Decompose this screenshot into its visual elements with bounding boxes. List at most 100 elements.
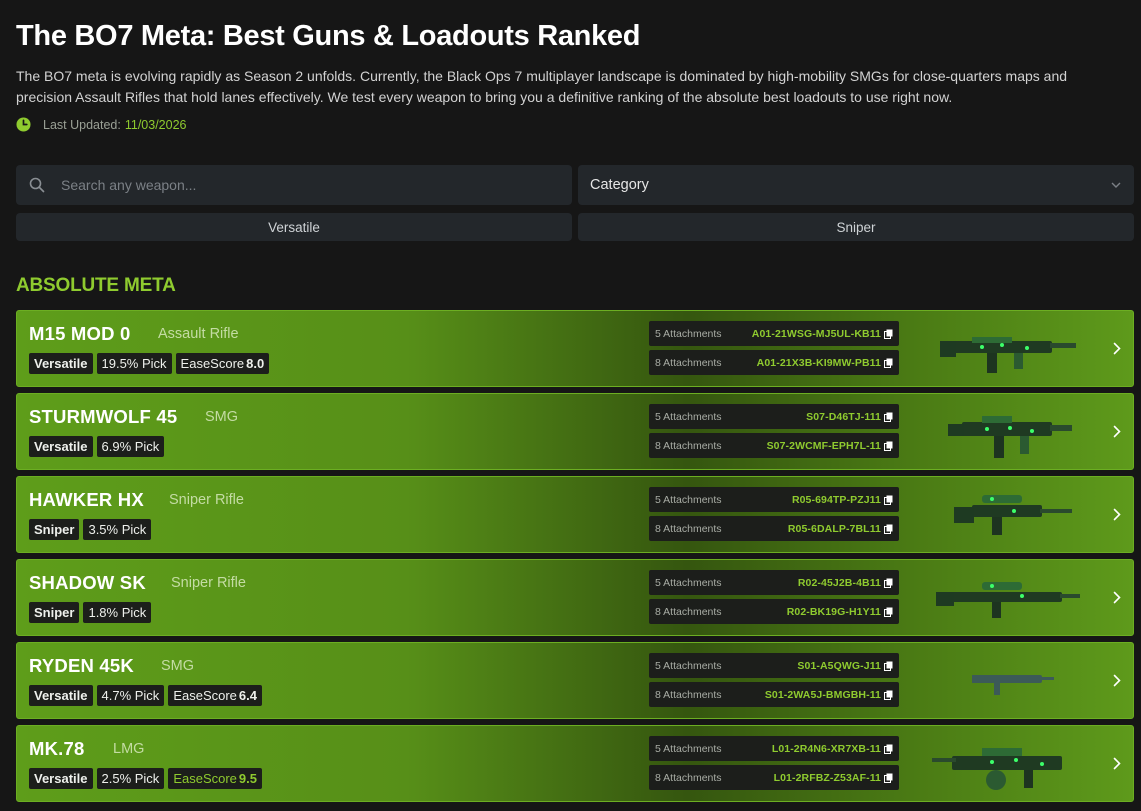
last-updated: Last Updated: 11/03/2026 <box>16 117 186 132</box>
attachment-count: 8 Attachments <box>655 522 722 535</box>
copy-icon[interactable] <box>884 773 893 783</box>
ease-score-label: EaseScore <box>173 688 237 703</box>
filter-sniper[interactable]: Sniper <box>578 213 1134 241</box>
loadout-code-row[interactable]: 5 Attachments R02-45J2B-4B11 <box>649 570 899 595</box>
copy-icon[interactable] <box>884 495 893 505</box>
attachment-count: 8 Attachments <box>655 356 722 369</box>
search-icon <box>29 177 45 193</box>
loadout-code: L01-2R4N6-XR7XB-11 <box>771 742 881 755</box>
loadout-code: R05-694TP-PZJ11 <box>791 493 881 506</box>
loadout-code-row[interactable]: 8 Attachments R05-6DALP-7BL11 <box>649 516 899 541</box>
loadout-codes: 5 Attachments S07-D46TJ-111 8 Attachment… <box>649 404 899 462</box>
attachment-count: 5 Attachments <box>655 327 722 340</box>
loadout-code-row[interactable]: 5 Attachments S07-D46TJ-111 <box>649 404 899 429</box>
category-label: Category <box>590 177 649 193</box>
loadout-code: S01-A5QWG-J11 <box>797 659 881 672</box>
copy-icon[interactable] <box>884 607 893 617</box>
loadout-codes: 5 Attachments L01-2R4N6-XR7XB-11 8 Attac… <box>649 736 899 794</box>
chevron-right-icon[interactable] <box>1113 342 1121 355</box>
weapon-type: SMG <box>205 409 239 425</box>
copy-icon[interactable] <box>884 441 893 451</box>
weapon-name: RYDEN 45K <box>29 655 134 676</box>
clock-icon <box>16 117 31 132</box>
weapon-card[interactable]: SHADOW SK Sniper Rifle Sniper 1.8% Pick … <box>16 559 1134 636</box>
pick-rate-tag: 3.5% Pick <box>83 519 152 540</box>
weapon-image <box>936 582 1080 618</box>
loadout-code-row[interactable]: 8 Attachments S01-2WA5J-BMGBH-11 <box>649 682 899 707</box>
loadout-code: R02-45J2B-4B11 <box>797 576 881 589</box>
weapon-card[interactable]: MK.78 LMG Versatile 2.5% Pick EaseScore … <box>16 725 1134 802</box>
weapon-name: M15 MOD 0 <box>29 323 131 344</box>
page-intro: The BO7 meta is evolving rapidly as Seas… <box>16 68 1068 105</box>
copy-icon[interactable] <box>884 358 893 368</box>
category-select[interactable]: Category <box>578 165 1134 205</box>
copy-icon[interactable] <box>884 744 893 754</box>
ease-score-value: 9.5 <box>238 771 257 786</box>
loadout-code: A01-21WSG-MJ5UL-KB11 <box>751 327 881 340</box>
chevron-right-icon[interactable] <box>1113 757 1121 770</box>
weapon-image <box>948 416 1072 458</box>
filter-versatile[interactable]: Versatile <box>16 213 572 241</box>
pick-rate-tag: 6.9% Pick <box>96 436 165 457</box>
weapon-name: MK.78 <box>29 738 85 759</box>
loadout-code-row[interactable]: 5 Attachments R05-694TP-PZJ11 <box>649 487 899 512</box>
weapon-tags: Versatile 6.9% Pick <box>29 436 165 457</box>
category-tag: Versatile <box>29 685 93 706</box>
category-tag: Sniper <box>29 602 80 623</box>
weapon-type: Assault Rifle <box>158 326 239 342</box>
loadout-code: S07-2WCMF-EPH7L-11 <box>766 439 881 452</box>
weapon-image <box>940 337 1076 373</box>
ease-score-tag: EaseScore 9.5 <box>168 768 262 789</box>
weapon-type: Sniper Rifle <box>169 492 244 508</box>
weapon-tags: Sniper 1.8% Pick <box>29 602 152 623</box>
attachment-count: 8 Attachments <box>655 439 722 452</box>
attachment-count: 5 Attachments <box>655 576 722 589</box>
search-input[interactable] <box>61 177 521 193</box>
weapon-tags: Sniper 3.5% Pick <box>29 519 152 540</box>
loadout-code-row[interactable]: 5 Attachments S01-A5QWG-J11 <box>649 653 899 678</box>
weapon-card[interactable]: M15 MOD 0 Assault Rifle Versatile 19.5% … <box>16 310 1134 387</box>
copy-icon[interactable] <box>884 690 893 700</box>
attachment-count: 5 Attachments <box>655 493 722 506</box>
copy-icon[interactable] <box>884 329 893 339</box>
weapon-tags: Versatile 2.5% Pick EaseScore 9.5 <box>29 768 262 789</box>
weapon-card[interactable]: HAWKER HX Sniper Rifle Sniper 3.5% Pick … <box>16 476 1134 553</box>
weapon-image <box>972 675 1054 695</box>
loadout-code-row[interactable]: 8 Attachments A01-21X3B-KI9MW-PB11 <box>649 350 899 375</box>
weapon-card[interactable]: STURMWOLF 45 SMG Versatile 6.9% Pick 5 A… <box>16 393 1134 470</box>
search-box[interactable] <box>16 165 572 205</box>
copy-icon[interactable] <box>884 412 893 422</box>
copy-icon[interactable] <box>884 578 893 588</box>
weapon-type: SMG <box>161 658 195 674</box>
last-updated-label: Last Updated: <box>43 117 121 132</box>
weapon-image <box>954 495 1072 535</box>
attachment-count: 5 Attachments <box>655 742 722 755</box>
ease-score-value: 8.0 <box>246 356 265 371</box>
loadout-codes: 5 Attachments A01-21WSG-MJ5UL-KB11 8 Att… <box>649 321 899 379</box>
loadout-code-row[interactable]: 5 Attachments A01-21WSG-MJ5UL-KB11 <box>649 321 899 346</box>
category-tag: Versatile <box>29 436 93 457</box>
loadout-code: R05-6DALP-7BL11 <box>787 522 881 535</box>
weapon-image <box>932 748 1062 790</box>
weapon-type: LMG <box>113 741 145 757</box>
pick-rate-tag: 19.5% Pick <box>96 353 172 374</box>
category-tag: Sniper <box>29 519 80 540</box>
copy-icon[interactable] <box>884 524 893 534</box>
chevron-down-icon <box>1111 182 1121 188</box>
loadout-code-row[interactable]: 8 Attachments R02-BK19G-H1Y11 <box>649 599 899 624</box>
category-tag: Versatile <box>29 353 93 374</box>
pick-rate-tag: 2.5% Pick <box>96 768 165 789</box>
chevron-right-icon[interactable] <box>1113 425 1121 438</box>
loadout-code-row[interactable]: 5 Attachments L01-2R4N6-XR7XB-11 <box>649 736 899 761</box>
loadout-code-row[interactable]: 8 Attachments S07-2WCMF-EPH7L-11 <box>649 433 899 458</box>
chevron-right-icon[interactable] <box>1113 591 1121 604</box>
chevron-right-icon[interactable] <box>1113 508 1121 521</box>
loadout-code: S01-2WA5J-BMGBH-11 <box>764 688 881 701</box>
attachment-count: 5 Attachments <box>655 659 722 672</box>
loadout-code-row[interactable]: 8 Attachments L01-2RFBZ-Z53AF-11 <box>649 765 899 790</box>
weapon-card[interactable]: RYDEN 45K SMG Versatile 4.7% Pick EaseSc… <box>16 642 1134 719</box>
pick-rate-tag: 1.8% Pick <box>83 602 152 623</box>
chevron-right-icon[interactable] <box>1113 674 1121 687</box>
copy-icon[interactable] <box>884 661 893 671</box>
attachment-count: 8 Attachments <box>655 605 722 618</box>
